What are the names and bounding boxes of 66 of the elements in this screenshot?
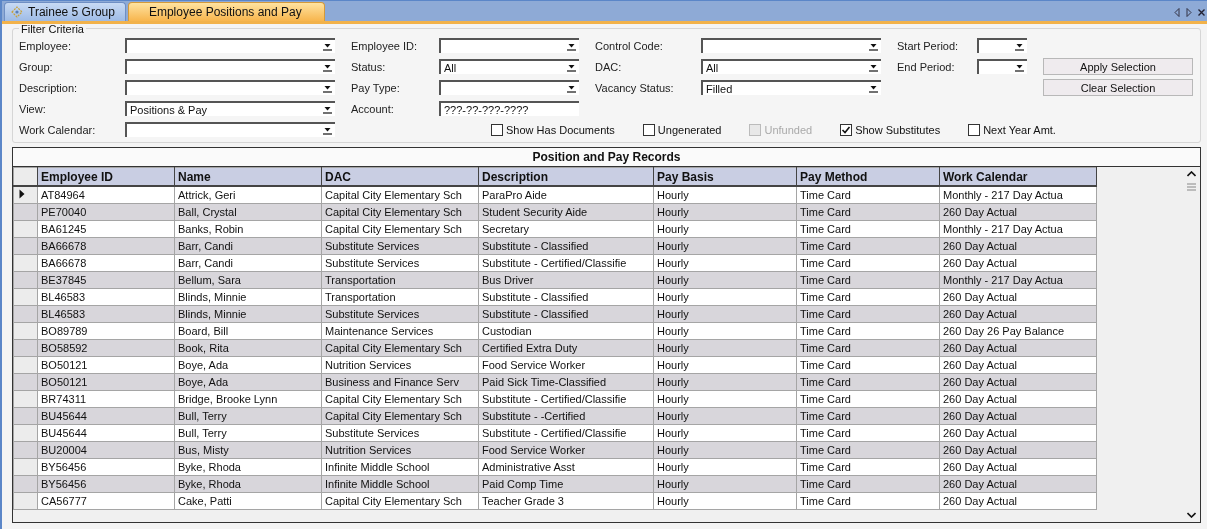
input-field[interactable]: ???-??-???-????: [439, 101, 579, 116]
field-label: Control Code:: [595, 39, 664, 52]
dropdown-arrow-icon[interactable]: [323, 42, 332, 51]
button[interactable]: Clear Selection: [1043, 79, 1193, 96]
dropdown-arrow-icon[interactable]: [323, 63, 332, 72]
dropdown-arrow-icon[interactable]: [323, 84, 332, 93]
scroll-down-icon[interactable]: [1187, 512, 1196, 518]
column-header[interactable]: Pay Method: [796, 167, 940, 186]
checkbox[interactable]: Show Substitutes: [840, 123, 941, 136]
field-label: Vacancy Status:: [595, 81, 675, 94]
dropdown-field[interactable]: Filled: [701, 80, 881, 95]
dropdown-arrow-icon[interactable]: [567, 84, 576, 93]
dropdown-field[interactable]: [701, 38, 881, 53]
scroll-right-icon[interactable]: [1186, 7, 1192, 17]
current-row-icon: [19, 189, 25, 199]
dropdown-field[interactable]: Positions & Pay: [125, 101, 335, 116]
field-label: Account:: [351, 102, 395, 115]
checkbox[interactable]: Ungenerated: [642, 123, 722, 136]
checkmark-icon: [841, 124, 852, 135]
dropdown-arrow-icon[interactable]: [869, 84, 878, 93]
scroll-left-icon[interactable]: [1174, 7, 1180, 17]
dropdown-field[interactable]: [125, 122, 335, 137]
dropdown-arrow-icon[interactable]: [1015, 42, 1024, 51]
dropdown-field[interactable]: [439, 80, 579, 95]
field-label: Employee ID:: [351, 39, 419, 52]
dropdown-field[interactable]: All: [439, 59, 579, 74]
dropdown-field[interactable]: [977, 38, 1027, 53]
field-label: Start Period:: [897, 39, 960, 52]
dropdown-arrow-icon[interactable]: [567, 42, 576, 51]
field-label: Pay Type:: [351, 81, 401, 94]
dropdown-field[interactable]: [977, 59, 1027, 74]
field-label: Employee:: [19, 39, 72, 52]
checkbox[interactable]: Show Has Documents: [491, 123, 615, 136]
dropdown-arrow-icon[interactable]: [323, 126, 332, 135]
close-icon[interactable]: [1198, 8, 1205, 16]
scroll-up-icon[interactable]: [1187, 171, 1196, 177]
field-label: View:: [19, 102, 47, 115]
dropdown-field[interactable]: [125, 59, 335, 74]
button[interactable]: Apply Selection: [1043, 58, 1193, 75]
field-label: Group:: [19, 60, 54, 73]
tab[interactable]: Employee Positions and Pay: [127, 2, 325, 21]
dropdown-field[interactable]: [125, 38, 335, 53]
dropdown-field[interactable]: All: [701, 59, 881, 74]
scroll-thumb-icon[interactable]: [1187, 183, 1196, 191]
column-header[interactable]: Name: [174, 167, 322, 186]
dropdown-field[interactable]: [125, 80, 335, 95]
column-header[interactable]: DAC: [321, 167, 479, 186]
filter-title: Filter Criteria: [19, 24, 86, 35]
dropdown-field[interactable]: [439, 38, 579, 53]
field-label: End Period:: [897, 60, 956, 73]
dropdown-arrow-icon[interactable]: [869, 63, 878, 72]
checkbox[interactable]: Next Year Amt.: [968, 123, 1056, 136]
field-label: Description:: [19, 81, 79, 94]
field-label: Work Calendar:: [19, 123, 97, 136]
column-header[interactable]: Pay Basis: [653, 167, 797, 186]
column-header[interactable]: Description: [478, 167, 654, 186]
column-header[interactable]: Work Calendar: [939, 167, 1097, 186]
grid-title: Position and Pay Records: [13, 148, 1200, 167]
dropdown-arrow-icon[interactable]: [1015, 63, 1024, 72]
dropdown-arrow-icon[interactable]: [323, 105, 332, 114]
dropdown-arrow-icon[interactable]: [869, 42, 878, 51]
tab[interactable]: Trainee 5 Group: [4, 2, 126, 21]
column-header[interactable]: Employee ID: [37, 167, 175, 186]
field-label: DAC:: [595, 60, 623, 73]
dropdown-arrow-icon[interactable]: [567, 63, 576, 72]
field-label: Status:: [351, 60, 387, 73]
